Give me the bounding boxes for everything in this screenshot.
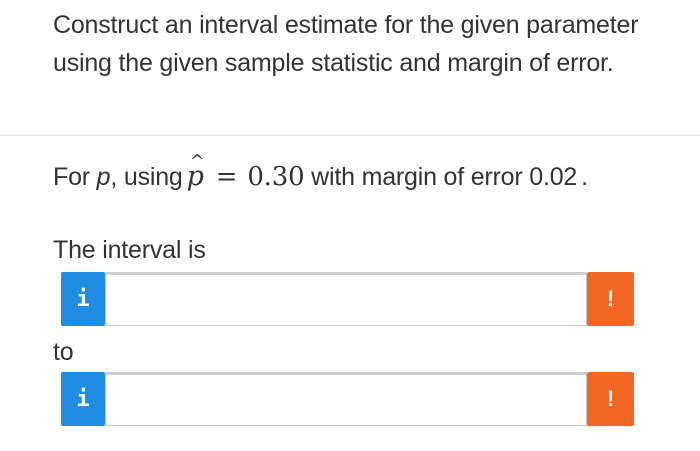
- upper-bound-input[interactable]: [105, 372, 587, 426]
- upper-bound-field: i !: [61, 372, 634, 426]
- margin-text: with margin of error 0.02: [304, 163, 578, 191]
- question-prompt: For p, using ^ p = 0.30 with margin of error…: [53, 151, 588, 197]
- section-divider: [0, 135, 700, 136]
- end-period: .: [581, 163, 588, 191]
- warning-icon[interactable]: !: [587, 272, 634, 326]
- prompt-lead: For: [53, 163, 97, 191]
- equals-sign: =: [215, 162, 238, 192]
- warning-icon[interactable]: !: [587, 372, 634, 426]
- hat-accent: ^: [189, 151, 205, 172]
- to-label: to: [53, 338, 74, 366]
- info-icon[interactable]: i: [61, 272, 105, 326]
- statistic-value: 0.30: [247, 162, 305, 192]
- question-text: Construct an interval estimate for the g…: [53, 11, 639, 77]
- parameter-symbol: p: [96, 163, 111, 191]
- info-icon[interactable]: i: [61, 372, 105, 426]
- interval-label: The interval is: [53, 236, 206, 264]
- p-hat-symbol: ^ p: [187, 151, 205, 197]
- prompt-using: , using: [110, 163, 183, 191]
- lower-bound-field: i !: [61, 272, 634, 326]
- lower-bound-input[interactable]: [105, 272, 587, 326]
